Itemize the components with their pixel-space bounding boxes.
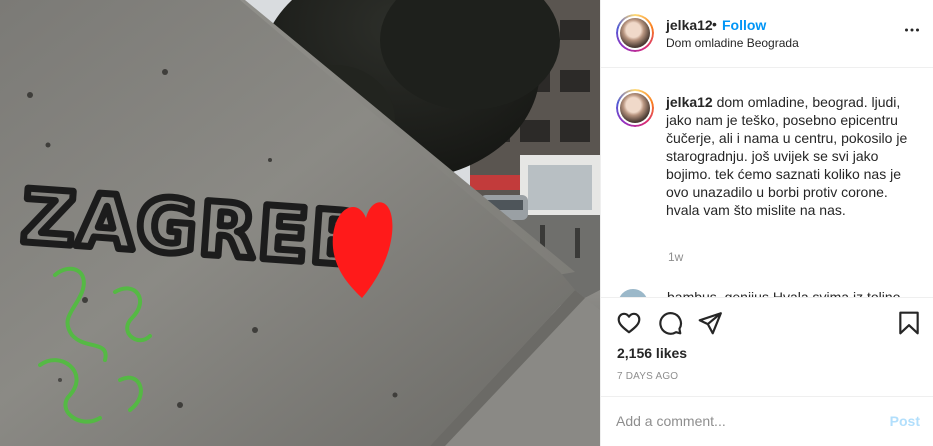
- paper-plane-icon[interactable]: [697, 310, 723, 336]
- commenter-avatar[interactable]: [618, 289, 648, 297]
- heart-icon[interactable]: [616, 310, 642, 336]
- post-comment-button[interactable]: Post: [890, 413, 920, 429]
- caption-text: dom omladine, beograd. ljudi, jako nam j…: [666, 94, 908, 218]
- comments-list[interactable]: jelka12 dom omladine, beograd. ljudi, ja…: [601, 69, 933, 297]
- more-horizontal-icon[interactable]: [904, 22, 920, 38]
- caption: jelka12 dom omladine, beograd. ljudi, ja…: [666, 93, 916, 219]
- post-photo[interactable]: ZAGREB: [0, 0, 600, 446]
- comment-input[interactable]: [616, 410, 866, 432]
- photo-illustration: ZAGREB: [0, 0, 600, 446]
- follow-button[interactable]: Follow: [722, 17, 766, 33]
- caption-age[interactable]: 1w: [668, 250, 683, 264]
- post-timestamp[interactable]: 7 DAYS AGO: [617, 371, 678, 382]
- author-username[interactable]: jelka12: [666, 17, 713, 33]
- location-link[interactable]: Dom omladine Beograda: [666, 36, 799, 50]
- next-comment-partial: bambus_geniius Hvala svima iz tolino...: [616, 289, 916, 297]
- post-header: jelka12 • Follow Dom omladine Beograda: [601, 0, 933, 68]
- next-comment-text: bambus_geniius Hvala svima iz tolino...: [667, 289, 913, 297]
- bookmark-icon[interactable]: [896, 310, 922, 336]
- caption-username[interactable]: jelka12: [666, 94, 713, 110]
- author-avatar[interactable]: [616, 14, 654, 52]
- separator-dot: •: [712, 16, 717, 32]
- comment-composer: Post: [601, 396, 933, 446]
- comment-icon[interactable]: [657, 310, 683, 336]
- post-details-panel: jelka12 • Follow Dom omladine Beograda j…: [600, 0, 933, 446]
- likes-count[interactable]: 2,156 likes: [617, 345, 687, 361]
- caption-avatar[interactable]: [616, 89, 654, 127]
